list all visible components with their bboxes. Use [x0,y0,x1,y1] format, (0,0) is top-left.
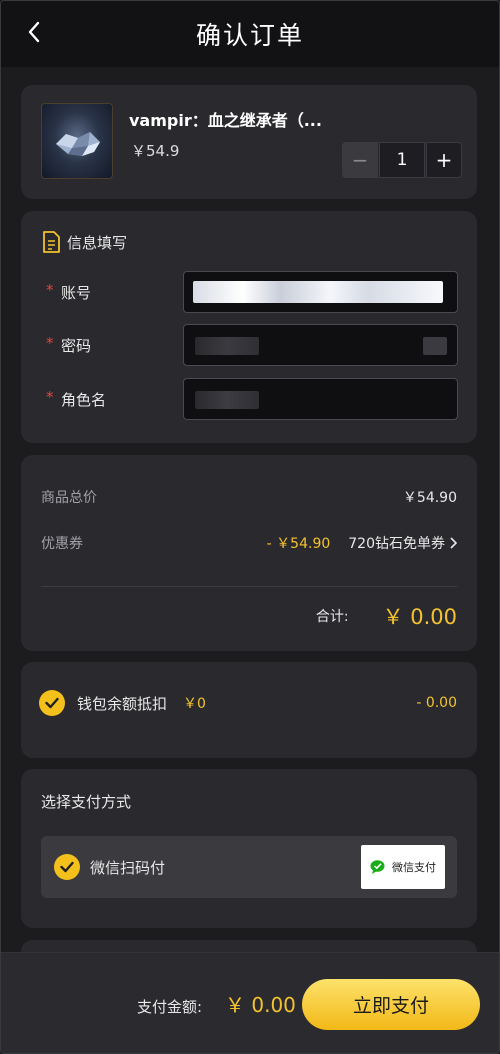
wechat-pay-logo-text: 微信支付 [392,861,436,874]
increase-quantity-button[interactable]: + [426,142,462,178]
password-label: 密码 [61,337,92,355]
wallet-row[interactable]: 钱包余额抵扣 ￥0 - 0.00 [39,690,457,716]
quantity-value[interactable]: 1 [379,142,425,178]
wechat-icon [370,860,385,874]
wechat-pay-option[interactable]: 微信扫码付 微信支付 [41,836,457,898]
header: 确认订单 [1,1,499,67]
payment-option-label: 微信扫码付 [90,859,166,877]
wallet-balance: ￥0 [183,696,206,712]
role-name-label: 角色名 [61,391,107,409]
total-label: 合计: [315,609,349,625]
wallet-card: 钱包余额抵扣 ￥0 - 0.00 [21,662,477,758]
checkout-footer: 支付金额: ￥ 0.00 立即支付 [1,952,499,1053]
coupon-details: - ￥54.90 720钻石免单券 [267,533,457,553]
required-mark: * [46,281,54,299]
subtotal-row: 商品总价 ￥54.90 [41,487,457,507]
chevron-right-icon [450,537,457,549]
chevron-left-icon [28,21,40,43]
info-title: 信息填写 [67,233,128,252]
product-name: vampir：血之继承者（... [129,111,322,130]
account-row: * 账号 [41,271,461,313]
wallet-deduction: - 0.00 [416,695,457,711]
product-card: vampir：血之继承者（... ￥54.9 − 1 + [21,85,477,199]
subtotal-value: ￥54.90 [402,490,457,506]
total-row: 合计: ￥ 0.00 [41,601,457,631]
role-name-row: * 角色名 [41,378,461,420]
pay-amount-label: 支付金额: [137,998,203,1016]
payment-method-card: 选择支付方式 微信扫码付 微信支付 [21,769,477,928]
wallet-label: 钱包余额抵扣 [77,694,168,713]
redacted-value [195,337,259,355]
account-label: 账号 [61,284,92,302]
product-thumbnail [41,103,113,179]
coupon-discount: - ￥54.90 [266,536,331,552]
wallet-option: 钱包余额抵扣 ￥0 [39,690,206,716]
wechat-pay-logo: 微信支付 [361,845,445,889]
total-value: ￥ 0.00 [382,605,457,629]
quantity-stepper: − 1 + [342,142,462,178]
checkmark-icon [54,854,80,880]
required-mark: * [46,388,54,406]
back-button[interactable] [21,19,47,45]
pay-now-button[interactable]: 立即支付 [302,979,480,1030]
gem-icon [56,132,100,156]
redacted-value [193,281,443,303]
payment-title: 选择支付方式 [41,793,132,811]
coupon-name: 720钻石免单券 [348,536,445,552]
coupon-label: 优惠券 [41,536,83,552]
coupon-selector[interactable]: 720钻石免单券 [348,533,457,553]
decrease-quantity-button[interactable]: − [342,142,378,178]
divider [41,586,457,587]
redacted-value [423,337,447,355]
subtotal-label: 商品总价 [41,490,97,506]
coupon-row: 优惠券 - ￥54.90 720钻石免单券 [41,533,457,553]
info-form-card: 信息填写 * 账号 * 密码 * 角色名 [21,211,477,443]
info-header: 信息填写 [41,231,127,253]
redacted-value [195,391,259,409]
pay-amount-value: ￥ 0.00 [225,993,296,1017]
product-price: ￥54.9 [131,142,180,160]
pricing-card: 商品总价 ￥54.90 优惠券 - ￥54.90 720钻石免单券 合计: ￥ … [21,455,477,651]
password-row: * 密码 [41,324,461,366]
document-icon [43,231,60,253]
required-mark: * [46,334,54,352]
checkmark-icon[interactable] [39,690,65,716]
app-root: 确认订单 vampir：血之继承者（... ￥54.9 − 1 + 信息填写 *… [0,0,500,1054]
page-title: 确认订单 [195,21,304,50]
